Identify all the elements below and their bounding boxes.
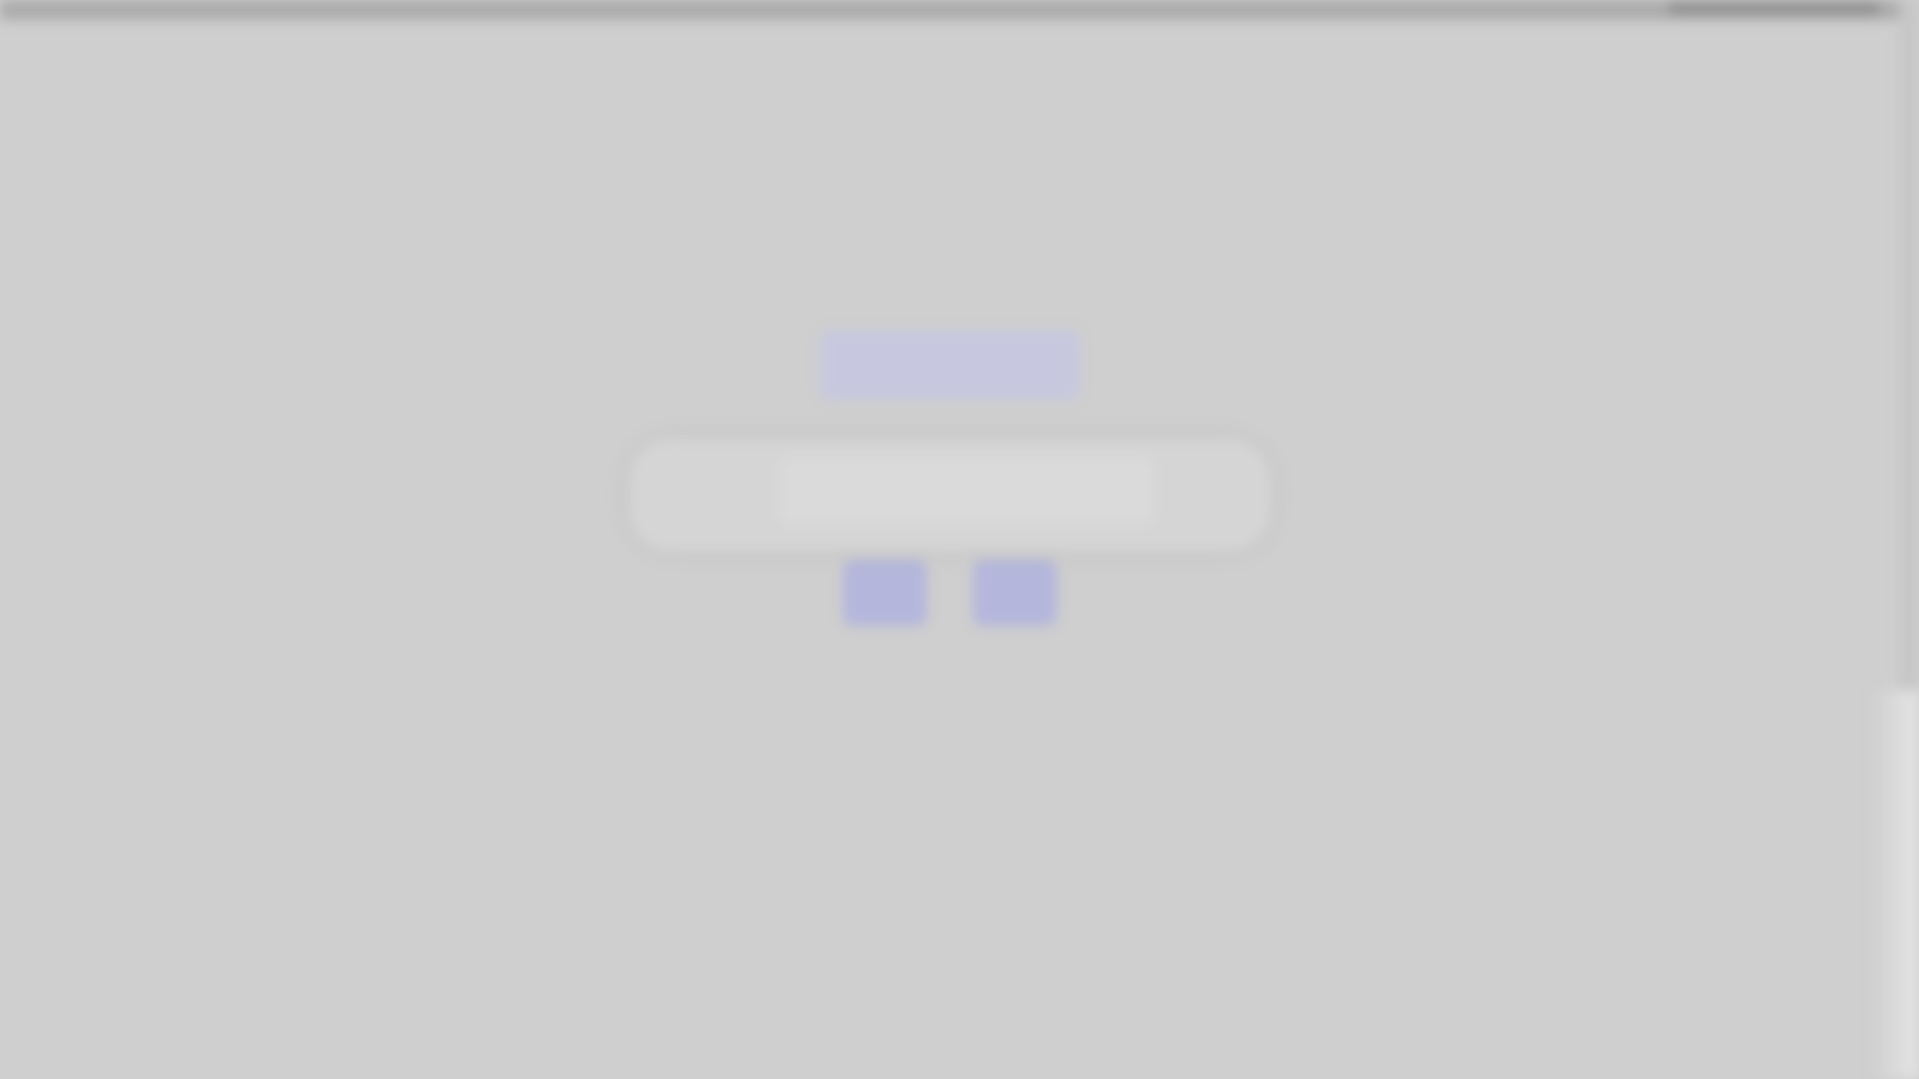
main-content [0,330,1900,626]
button-row [843,560,1057,626]
action-button-1[interactable] [843,560,927,626]
nav-item-3[interactable] [961,50,1001,74]
action-button-2[interactable] [973,560,1057,626]
text-input[interactable] [780,458,1154,524]
primary-action-button[interactable] [820,330,1080,400]
top-strip-status [1669,2,1879,14]
top-nav [0,50,1900,74]
nav-item-1[interactable] [837,50,877,74]
nav-item-4[interactable] [1023,50,1063,74]
nav-item-2[interactable] [899,50,939,74]
form-label [670,488,790,510]
right-edge-lower-panel [1874,690,1919,1079]
form-panel [630,440,1270,550]
top-strip [0,0,1919,20]
page [0,0,1919,1079]
